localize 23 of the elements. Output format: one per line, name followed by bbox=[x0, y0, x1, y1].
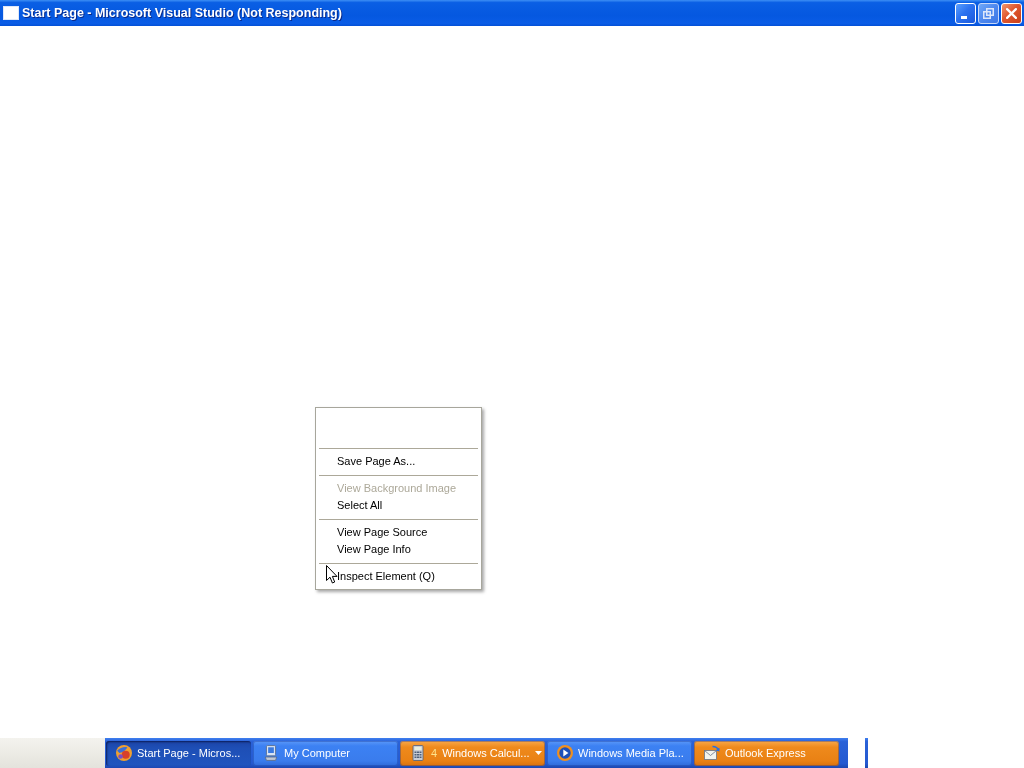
calculator-icon bbox=[410, 745, 426, 761]
minimize-icon bbox=[961, 15, 967, 19]
taskbar-button[interactable]: My Computer bbox=[253, 740, 398, 766]
window-count: 4 bbox=[431, 747, 438, 759]
ball-icon bbox=[116, 745, 132, 761]
minimize-button[interactable] bbox=[955, 2, 976, 24]
mouse-pointer-icon bbox=[326, 565, 338, 584]
computer-icon bbox=[263, 745, 279, 761]
window-icon bbox=[3, 6, 19, 20]
restore-icon bbox=[983, 7, 994, 19]
menu-item[interactable]: View Page Source bbox=[316, 524, 481, 541]
menu-item[interactable]: Inspect Element (Q) bbox=[316, 568, 481, 585]
menu-item[interactable]: Save Page As... bbox=[316, 453, 481, 470]
caret-icon bbox=[534, 751, 542, 755]
menu-item[interactable]: View Page Info bbox=[316, 541, 481, 558]
envelope-icon bbox=[704, 745, 720, 761]
taskbar-button[interactable]: Windows Media Pla... bbox=[547, 740, 692, 766]
taskbar-button[interactable]: Start Page - Micros... bbox=[106, 740, 251, 766]
play-disc-icon bbox=[557, 745, 573, 761]
close-button[interactable] bbox=[1001, 2, 1022, 24]
window-title: Start Page - Microsoft Visual Studio (Not Responding) bbox=[22, 6, 342, 20]
menu-item[interactable]: Select All bbox=[316, 497, 481, 514]
close-icon bbox=[1006, 7, 1017, 19]
